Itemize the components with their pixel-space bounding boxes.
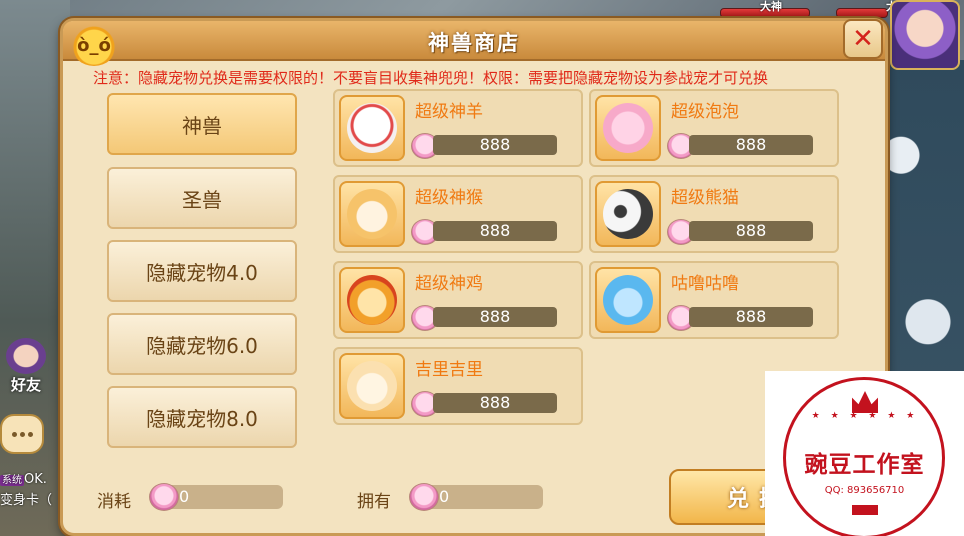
item-name: 超级泡泡 — [671, 102, 739, 122]
item-price: 888 — [433, 221, 557, 241]
pet-face — [603, 103, 653, 153]
item-name: 超级神羊 — [415, 102, 483, 122]
item-name: 吉里吉里 — [415, 360, 483, 380]
super-rooster-icon — [339, 267, 405, 333]
tab-hidden-pet-8[interactable]: 隐藏宠物8.0 — [107, 386, 297, 448]
tab-shenshou[interactable]: 神兽 — [107, 93, 297, 155]
tab-shengshou[interactable]: 圣兽 — [107, 167, 297, 229]
system-message: 系统 OK. 变身卡（ — [0, 470, 52, 511]
shop-panel: ò_ó 神兽商店 ✕ 注意：隐藏宠物兑换是需要权限的！不要盲目收集神兜兜！权限：… — [60, 18, 888, 536]
system-line-1: OK. — [24, 472, 47, 487]
watermark-logo: ★ ★ ★ ★ ★ ★ 豌豆工作室 QQ: 893656710 — [765, 371, 964, 536]
pet-face — [603, 189, 653, 239]
super-panda-icon — [595, 181, 661, 247]
pet-face — [347, 275, 397, 325]
tab-hidden-pet-6[interactable]: 隐藏宠物6.0 — [107, 313, 297, 375]
shop-item[interactable]: 超级神鸡 888 — [333, 261, 583, 339]
watermark-text: 豌豆工作室 — [804, 452, 925, 478]
pet-face — [603, 275, 653, 325]
friend-label: 好友 — [10, 376, 41, 394]
friend-button[interactable]: 好友 — [2, 338, 50, 394]
item-price: 888 — [689, 307, 813, 327]
item-price: 888 — [433, 307, 557, 327]
shop-item[interactable]: 吉里吉里 888 — [333, 347, 583, 425]
hp-bar-2 — [836, 8, 888, 18]
close-icon: ✕ — [852, 24, 874, 54]
gulu-gulu-icon — [595, 267, 661, 333]
item-name: 超级神鸡 — [415, 274, 483, 294]
chat-icon[interactable] — [0, 414, 44, 454]
tab-hidden-pet-4[interactable]: 隐藏宠物4.0 — [107, 240, 297, 302]
super-bubble-icon — [595, 95, 661, 161]
shop-item[interactable]: 超级泡泡 888 — [589, 89, 839, 167]
close-button[interactable]: ✕ — [843, 19, 883, 59]
system-line-2: 变身卡（ — [0, 493, 53, 508]
shop-item[interactable]: 超级神猴 888 — [333, 175, 583, 253]
watermark-base-icon — [852, 505, 878, 515]
watermark-qq: QQ: 893656710 — [824, 485, 905, 496]
shop-item[interactable]: 超级熊猫 888 — [589, 175, 839, 253]
pet-coin-icon — [149, 483, 179, 511]
super-goat-icon — [339, 95, 405, 161]
shop-item[interactable]: 超级神羊 888 — [333, 89, 583, 167]
own-label: 拥有 — [357, 492, 391, 512]
item-price: 888 — [433, 135, 557, 155]
item-name: 超级熊猫 — [671, 188, 739, 208]
shop-notice: 注意：隐藏宠物兑换是需要权限的！不要盲目收集神兜兜！权限：需要把隐藏宠物设为参战… — [93, 69, 769, 87]
shop-title: 神兽商店 — [428, 31, 520, 55]
system-tag: 系统 — [0, 475, 24, 486]
pet-face — [347, 361, 397, 411]
friend-avatar-icon — [6, 338, 46, 374]
player-name-1: 大神 — [760, 0, 782, 13]
item-price: 888 — [433, 393, 557, 413]
shop-titlebar: ò_ó 神兽商店 ✕ — [63, 19, 885, 66]
item-name: 超级神猴 — [415, 188, 483, 208]
pet-face — [347, 189, 397, 239]
shop-item[interactable]: 咕噜咕噜 888 — [589, 261, 839, 339]
jili-jili-icon — [339, 353, 405, 419]
pet-coin-icon — [409, 483, 439, 511]
pet-face — [347, 103, 397, 153]
super-monkey-icon — [339, 181, 405, 247]
stars-icon: ★ ★ ★ ★ ★ ★ — [811, 411, 919, 421]
item-name: 咕噜咕噜 — [671, 274, 739, 294]
player-avatar[interactable] — [890, 0, 960, 70]
item-price: 888 — [689, 221, 813, 241]
item-price: 888 — [689, 135, 813, 155]
cost-label: 消耗 — [97, 492, 131, 512]
